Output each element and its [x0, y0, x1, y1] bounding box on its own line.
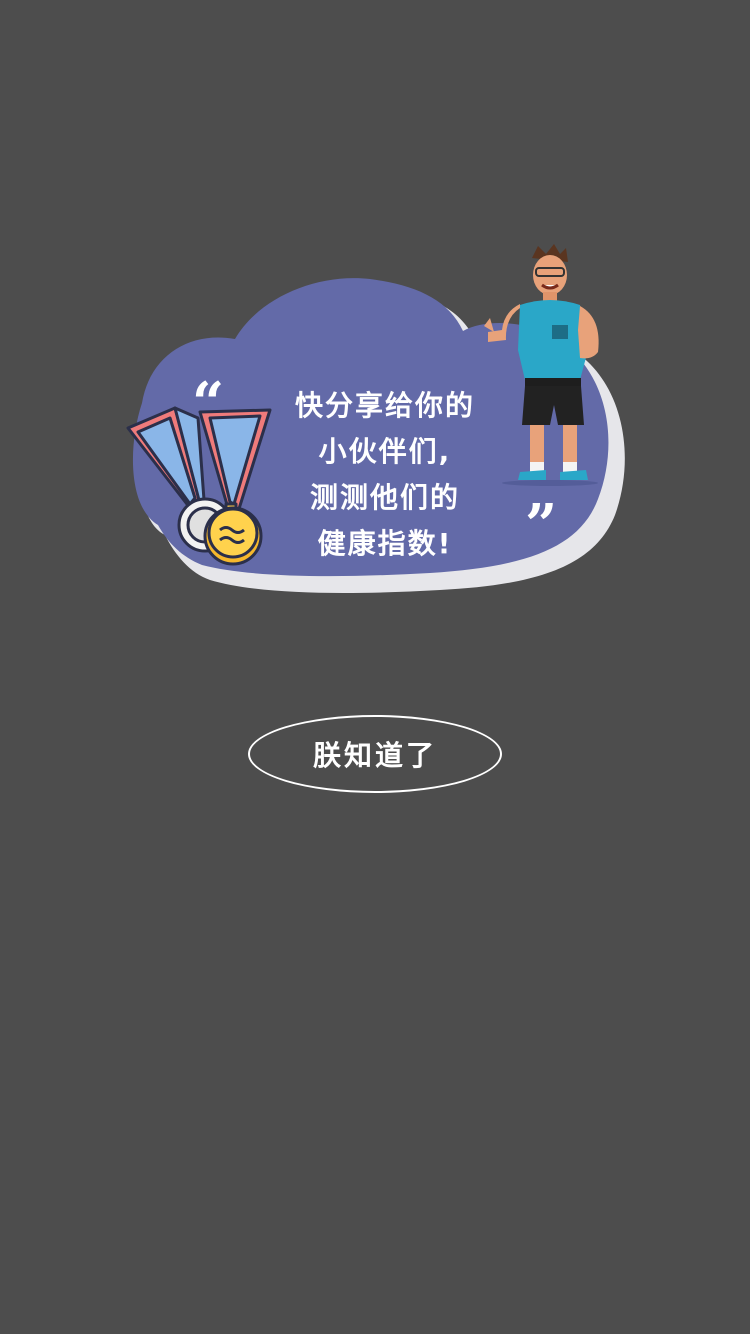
medal-icon [126, 406, 272, 566]
share-tip-overlay: “ ” 快分享给你的 小伙伴们, 测测他们的 健康指数! 朕知道了 [0, 0, 750, 1334]
share-message-line: 快分享给你的 [294, 389, 475, 422]
got-it-button[interactable]: 朕知道了 [248, 715, 502, 793]
close-quote-mark: ” [525, 492, 558, 558]
coach-illustration [484, 244, 599, 486]
share-message: 快分享给你的 小伙伴们, 测测他们的 健康指数! [270, 383, 500, 567]
share-message-line: 健康指数! [317, 527, 453, 560]
got-it-button-label: 朕知道了 [312, 739, 437, 772]
share-message-line: 小伙伴们, [318, 435, 452, 468]
share-tip-card: “ ” 快分享给你的 小伙伴们, 测测他们的 健康指数! [120, 235, 630, 605]
share-message-line: 测测他们的 [309, 481, 460, 514]
